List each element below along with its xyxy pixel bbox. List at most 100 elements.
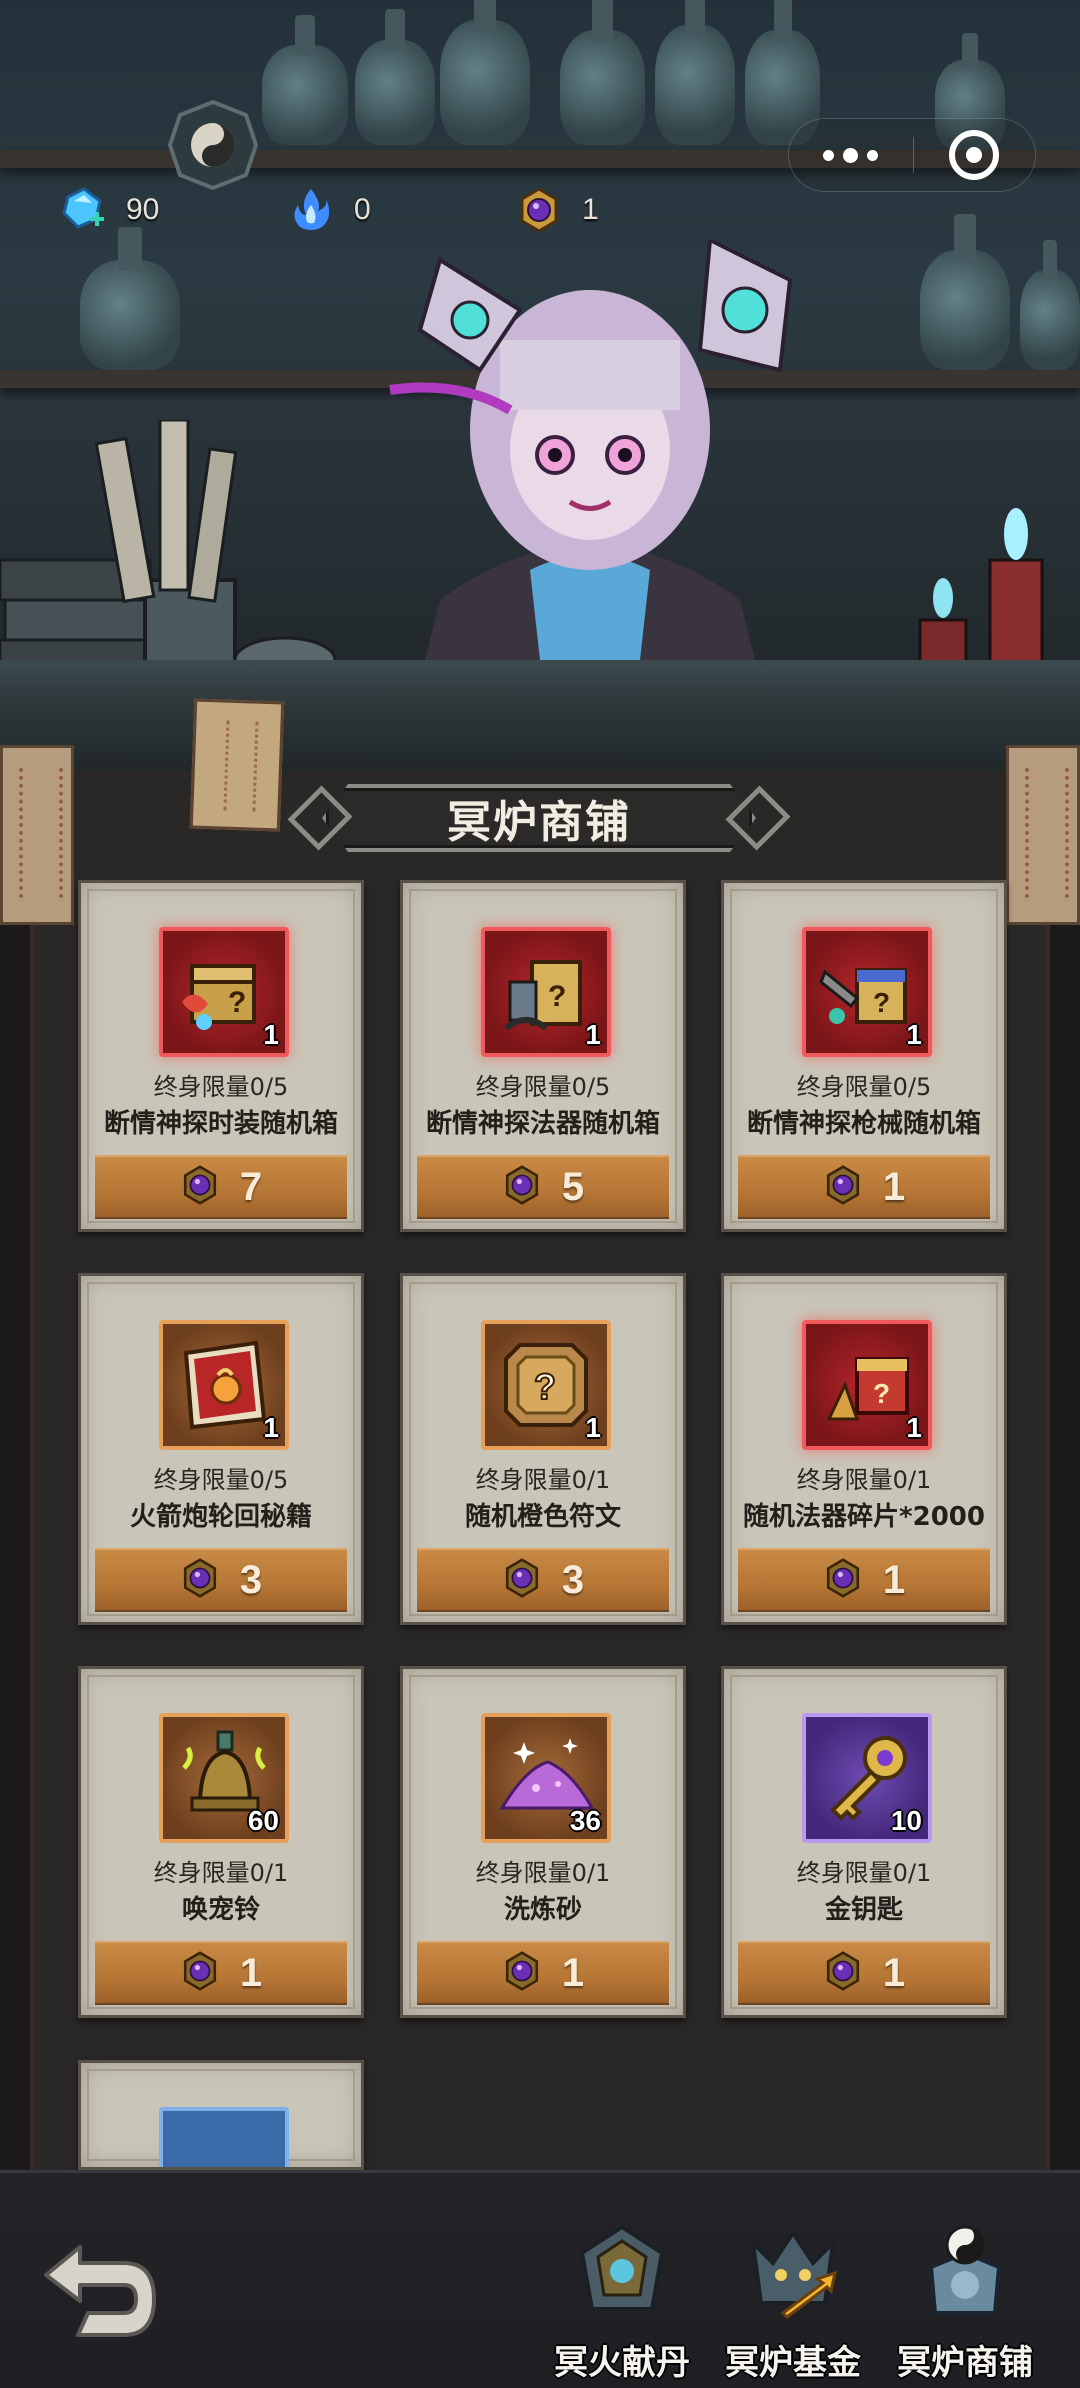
back-button[interactable] xyxy=(38,2235,158,2345)
svg-text:?: ? xyxy=(873,987,890,1018)
talisman-left xyxy=(0,745,74,925)
talisman-right xyxy=(1006,745,1080,925)
gem-currency[interactable]: 90 xyxy=(60,185,288,235)
shop-item-card[interactable]: ? 1 终身限量0/1 随机橙色符文 3 xyxy=(400,1273,686,1625)
buy-button[interactable]: 7 xyxy=(95,1155,347,1219)
artifact-chest-icon: ? xyxy=(495,941,597,1043)
item-count: 1 xyxy=(585,1019,601,1050)
buy-button[interactable]: 3 xyxy=(95,1548,347,1612)
currency-bar: 90 0 1 xyxy=(60,185,744,235)
coin-value: 1 xyxy=(582,193,599,226)
item-name: 金钥匙 xyxy=(824,1895,903,1925)
purple-coin-icon xyxy=(516,187,562,233)
purple-coin-icon xyxy=(502,1557,542,1603)
item-count: 1 xyxy=(906,1412,922,1443)
secret-book-icon xyxy=(173,1334,275,1436)
fashion-chest-icon: ? xyxy=(173,941,275,1043)
item-icon-frame: 10 xyxy=(802,1713,932,1843)
shop-title: 冥炉商铺 xyxy=(447,797,631,848)
buy-button[interactable]: 5 xyxy=(417,1155,669,1219)
bottle xyxy=(560,0,645,145)
item-count: 1 xyxy=(263,1412,279,1443)
purple-coin-icon xyxy=(502,1164,542,1210)
coin-currency: 1 xyxy=(516,185,744,235)
tab-label: 冥火献丹 xyxy=(554,2343,690,2383)
purple-coin-icon xyxy=(823,1950,863,1996)
buy-button[interactable]: 1 xyxy=(417,1941,669,2005)
tab-shop-active[interactable]: 冥炉商铺 xyxy=(880,2223,1050,2383)
svg-text:?: ? xyxy=(228,986,246,1019)
fund-dragon-icon xyxy=(750,2229,838,2319)
blue-fire-icon xyxy=(288,187,334,233)
svg-text:?: ? xyxy=(873,1378,890,1409)
item-name: 断情神探时装随机箱 xyxy=(103,1109,338,1139)
bottle xyxy=(920,214,1010,370)
blue-fire-value: 0 xyxy=(354,193,371,226)
mini-program-capsule xyxy=(788,118,1036,192)
tab-offering[interactable]: 冥火献丹 xyxy=(537,2223,707,2383)
item-limit: 终身限量0/5 xyxy=(475,1073,611,1101)
close-button[interactable] xyxy=(914,119,1036,191)
weapon-chest-icon: ? xyxy=(816,941,918,1043)
bottle xyxy=(655,0,735,145)
item-price: 1 xyxy=(882,1164,906,1209)
offering-shrine-icon xyxy=(579,2224,665,2311)
item-icon-frame: ? 1 xyxy=(802,927,932,1057)
buy-button[interactable]: 1 xyxy=(95,1941,347,2005)
purple-coin-icon xyxy=(823,1557,863,1603)
item-price: 5 xyxy=(561,1164,585,1209)
item-limit: 终身限量0/1 xyxy=(475,1466,611,1494)
item-price: 1 xyxy=(882,1950,906,1995)
item-price: 1 xyxy=(239,1950,263,1995)
svg-text:?: ? xyxy=(548,980,566,1013)
item-icon-frame: ? 1 xyxy=(159,927,289,1057)
purple-coin-icon xyxy=(502,1950,542,1996)
item-icon-frame: 60 xyxy=(159,1713,289,1843)
item-count: 36 xyxy=(569,1805,601,1836)
item-name: 洗炼砂 xyxy=(503,1895,582,1925)
purple-coin-icon xyxy=(180,1164,220,1210)
artifact-fragment-icon: ? xyxy=(816,1334,918,1436)
item-name: 随机橙色符文 xyxy=(464,1502,621,1532)
shop-item-card-partial[interactable] xyxy=(78,2060,364,2170)
buy-button[interactable]: 1 xyxy=(738,1548,990,1612)
item-name: 火箭炮轮回秘籍 xyxy=(129,1502,312,1532)
shop-yinyang-icon xyxy=(928,2225,1002,2315)
shop-item-card[interactable]: 36 终身限量0/1 洗炼砂 1 xyxy=(400,1666,686,2018)
item-icon-frame: ? 1 xyxy=(802,1320,932,1450)
shop-item-card[interactable]: 60 终身限量0/1 唤宠铃 1 xyxy=(78,1666,364,2018)
bottle xyxy=(1020,240,1080,370)
shop-item-card[interactable]: 1 终身限量0/5 火箭炮轮回秘籍 3 xyxy=(78,1273,364,1625)
shop-item-card[interactable]: ? 1 终身限量0/1 随机法器碎片*2000 1 xyxy=(721,1273,1007,1625)
buy-button[interactable]: 1 xyxy=(738,1941,990,2005)
item-icon-frame: 1 xyxy=(159,1320,289,1450)
item-limit: 终身限量0/1 xyxy=(153,1859,289,1887)
shopkeeper-character xyxy=(389,240,793,680)
gem-value: 90 xyxy=(126,193,160,226)
tab-label: 冥炉商铺 xyxy=(897,2343,1033,2383)
purple-coin-icon xyxy=(180,1950,220,1996)
item-limit: 终身限量0/1 xyxy=(475,1859,611,1887)
buy-button[interactable]: 1 xyxy=(738,1155,990,1219)
item-name: 断情神探枪械随机箱 xyxy=(746,1109,981,1139)
bottle xyxy=(355,8,435,145)
item-count: 1 xyxy=(906,1019,922,1050)
shop-counter xyxy=(0,660,1080,780)
shop-item-card[interactable]: ? 1 终身限量0/5 断情神探时装随机箱 7 xyxy=(78,880,364,1232)
item-price: 3 xyxy=(561,1557,585,1602)
item-limit: 终身限量0/1 xyxy=(796,1466,932,1494)
shop-item-card[interactable]: ? 1 终身限量0/5 断情神探枪械随机箱 1 xyxy=(721,880,1007,1232)
item-price: 3 xyxy=(239,1557,263,1602)
tab-fund[interactable]: 冥炉基金 xyxy=(708,2223,878,2383)
gem-plus-icon xyxy=(60,187,106,233)
purple-coin-icon xyxy=(180,1557,220,1603)
shop-item-card[interactable]: 10 终身限量0/1 金钥匙 1 xyxy=(721,1666,1007,2018)
buy-button[interactable]: 3 xyxy=(417,1548,669,1612)
shop-item-card[interactable]: ? 1 终身限量0/5 断情神探法器随机箱 5 xyxy=(400,880,686,1232)
bottle xyxy=(262,15,348,145)
bagua-icon xyxy=(168,100,258,190)
back-arrow-icon xyxy=(44,2245,156,2337)
bottle xyxy=(440,0,530,145)
item-count: 60 xyxy=(247,1805,279,1836)
more-options-button[interactable] xyxy=(789,119,913,191)
